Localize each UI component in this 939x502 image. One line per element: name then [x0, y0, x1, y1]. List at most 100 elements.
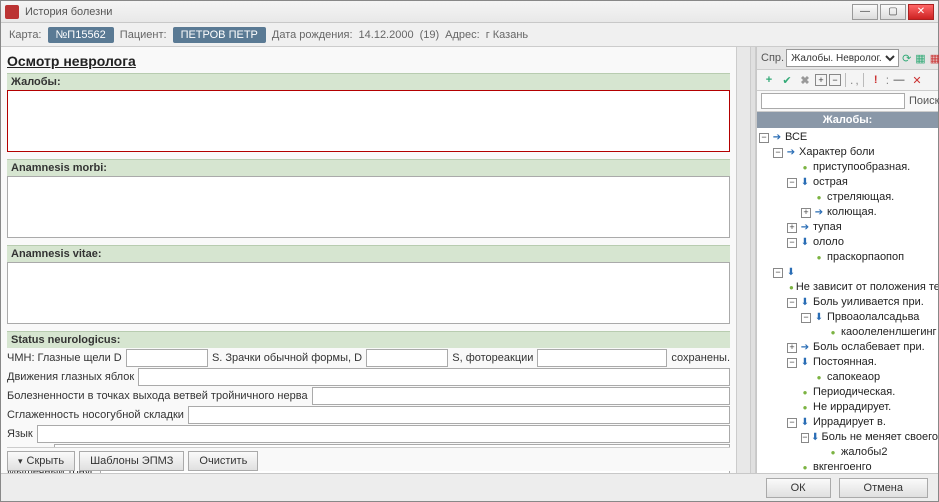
colon-icon[interactable]: :	[886, 73, 889, 87]
trigeminal-input[interactable]	[312, 387, 730, 405]
tongue-input[interactable]	[37, 425, 730, 443]
minus-icon[interactable]: —	[891, 72, 907, 88]
pupils-d-input[interactable]	[366, 349, 448, 367]
comma-icon[interactable]: ,	[855, 73, 858, 87]
card-badge[interactable]: №П15562	[48, 27, 114, 43]
collapse-toggle[interactable]: −	[787, 358, 797, 368]
tree-node[interactable]: −⬇Иррадирует в.	[787, 415, 938, 430]
complaints-tree[interactable]: −➔ВСЕ−➔Характер боли●приступообразная.−⬇…	[757, 128, 938, 473]
complaints-label: Жалобы:	[7, 73, 730, 90]
collapse-toggle[interactable]: −	[773, 148, 783, 158]
tree-node[interactable]: ●жалобы2	[815, 445, 938, 460]
add-icon[interactable]: +	[761, 72, 777, 88]
tree-node[interactable]: ●каоолеленлшегинг	[815, 325, 938, 340]
collapse-icon[interactable]: −	[829, 74, 841, 86]
arrow-right-icon: ➔	[799, 220, 811, 235]
templates-button[interactable]: Шаблоны ЭПМЗ	[79, 451, 184, 471]
tree-node[interactable]: −⬇Боль уиливается при.	[787, 295, 938, 310]
tree-node-label: ололо	[813, 235, 844, 250]
tree-node-label: колющая.	[827, 205, 877, 220]
tree-node[interactable]: ●стреляющая.	[801, 190, 938, 205]
tree-node[interactable]: ●праскорпаопоп	[801, 250, 938, 265]
collapse-toggle[interactable]: −	[787, 298, 797, 308]
cancel-icon[interactable]: ✕	[909, 72, 925, 88]
collapse-toggle[interactable]: −	[801, 313, 811, 323]
pupils-label: S. Зрачки обычной формы, D	[212, 352, 362, 364]
eye-slit-d-input[interactable]	[126, 349, 208, 367]
tree-node[interactable]: −➔Характер боли	[773, 145, 938, 160]
left-scrollbar[interactable]	[736, 47, 750, 473]
patient-badge[interactable]: ПЕТРОВ ПЕТР	[173, 27, 266, 43]
refresh-icon[interactable]: ⟳	[901, 50, 912, 66]
check-icon[interactable]: ✔	[779, 72, 795, 88]
clear-button[interactable]: Очистить	[188, 451, 258, 471]
tree-node[interactable]: ●Не зависит от положения тела.	[787, 280, 938, 295]
anamnesis-morbi-textarea[interactable]	[7, 176, 730, 238]
collapse-toggle[interactable]: −	[787, 178, 797, 188]
tree-node[interactable]: ●приступообразная.	[787, 160, 938, 175]
window-title: История болезни	[25, 6, 852, 18]
ok-button[interactable]: ОК	[766, 478, 831, 498]
tree-node-label: сапокеаор	[827, 370, 880, 385]
morbi-label: Anamnesis morbi:	[7, 159, 730, 176]
nasolabial-input[interactable]	[188, 406, 730, 424]
tree-node-label: вкгенгоенго	[813, 460, 872, 473]
tree-node[interactable]: +➔Боль ослабевает при.	[787, 340, 938, 355]
tree-root-node[interactable]: −➔ВСЕ	[759, 130, 938, 145]
age-value: (19)	[420, 29, 440, 41]
collapse-toggle[interactable]: −	[787, 418, 797, 428]
tree-node[interactable]: ●Периодическая.	[787, 385, 938, 400]
leaf-icon: ●	[799, 160, 811, 175]
expand-toggle[interactable]: +	[787, 343, 797, 353]
arrow-right-icon: ➔	[785, 145, 797, 160]
minimize-button[interactable]: —	[852, 4, 878, 20]
excl-icon[interactable]: !	[868, 72, 884, 88]
tree-node-label: Боль не меняет своего	[822, 430, 938, 445]
tree-node[interactable]: ●сапокеаор	[801, 370, 938, 385]
photoreaction-label: S, фотореакции	[452, 352, 533, 364]
collapse-toggle[interactable]: −	[759, 133, 769, 143]
tree-node[interactable]: +➔колющая.	[801, 205, 938, 220]
cancel-button[interactable]: Отмена	[839, 478, 928, 498]
complaints-textarea[interactable]	[7, 90, 730, 152]
delete-icon[interactable]: ✖	[797, 72, 813, 88]
eye-movement-label: Движения глазных яблок	[7, 371, 134, 383]
maximize-button[interactable]: ▢	[880, 4, 906, 20]
tree-node[interactable]: −⬇ололо	[787, 235, 938, 250]
expand-icon[interactable]: +	[815, 74, 827, 86]
leaf-icon: ●	[813, 370, 825, 385]
tree-node[interactable]: +➔тупая	[787, 220, 938, 235]
close-button[interactable]: ✕	[908, 4, 934, 20]
arrow-down-icon: ⬇	[785, 265, 797, 280]
search-input[interactable]	[761, 93, 905, 109]
grid-del-icon[interactable]: ▦	[929, 50, 939, 66]
tree-node[interactable]: −⬇острая	[787, 175, 938, 190]
expand-toggle[interactable]: +	[787, 223, 797, 233]
tree-node[interactable]: ●Не иррадирует.	[787, 400, 938, 415]
leaf-icon: ●	[813, 190, 825, 205]
vitae-label: Anamnesis vitae:	[7, 245, 730, 262]
period-icon[interactable]: .	[850, 73, 853, 87]
patient-label: Пациент:	[120, 29, 167, 41]
collapse-toggle[interactable]: −	[773, 268, 783, 278]
tree-node-label: Иррадирует в.	[813, 415, 886, 430]
collapse-toggle[interactable]: −	[801, 433, 809, 443]
leaf-icon: ●	[799, 460, 811, 473]
anamnesis-vitae-textarea[interactable]	[7, 262, 730, 324]
grid-add-icon[interactable]: ▦	[914, 50, 926, 66]
expand-toggle[interactable]: +	[801, 208, 811, 218]
directory-select[interactable]: Жалобы. Невролог.	[786, 49, 899, 67]
tree-node[interactable]: −⬇	[773, 265, 938, 280]
tree-node[interactable]: −⬇Постоянная.	[787, 355, 938, 370]
collapse-toggle[interactable]: −	[787, 238, 797, 248]
tree-title: Жалобы:	[757, 112, 938, 128]
photoreaction-input[interactable]	[537, 349, 667, 367]
arrow-down-icon: ⬇	[811, 430, 820, 445]
nasolabial-label: Сглаженность носогубной складки	[7, 409, 184, 421]
cranial-nerves-label: ЧМН: Глазные щели D	[7, 352, 122, 364]
eye-movement-input[interactable]	[138, 368, 730, 386]
hide-button[interactable]: ▾Скрыть	[7, 451, 75, 471]
tree-node[interactable]: ●вкгенгоенго	[787, 460, 938, 473]
tree-node[interactable]: −⬇Боль не меняет своего	[801, 430, 938, 445]
tree-node[interactable]: −⬇Првоаолалсадьва	[801, 310, 938, 325]
